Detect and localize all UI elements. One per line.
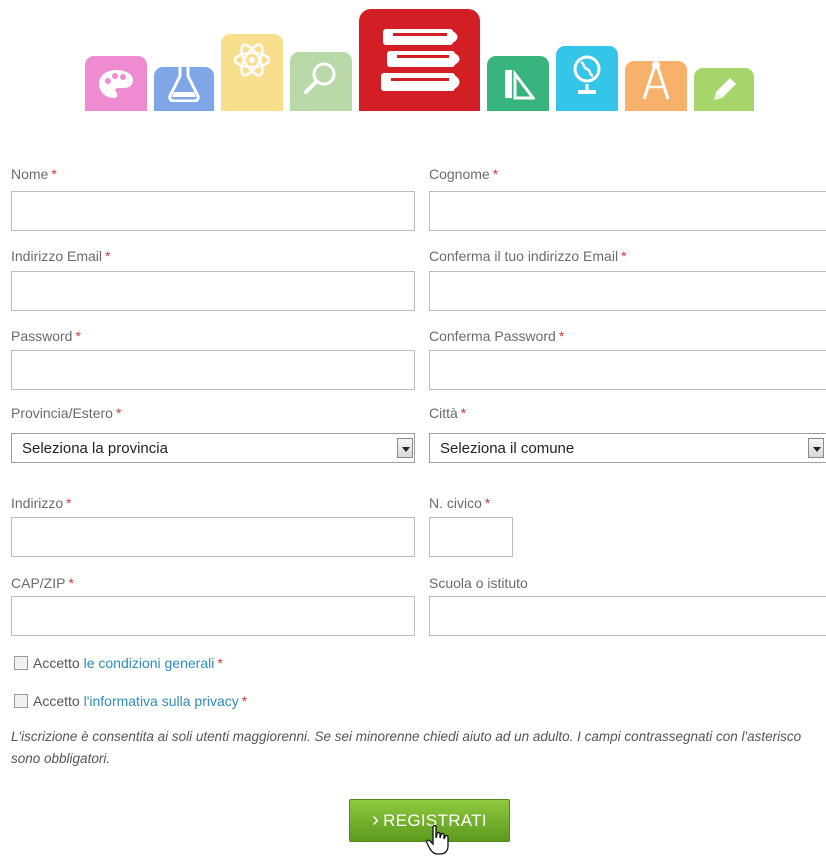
scuola-label: Scuola o istituto [429, 575, 528, 591]
atom-icon [233, 43, 271, 76]
pencil-tile [694, 68, 754, 111]
atom-tile [221, 34, 283, 111]
password-label: Password * [11, 328, 81, 344]
nome-input[interactable] [11, 191, 415, 231]
provincia-select[interactable]: Seleziona la provincia [11, 433, 415, 463]
magnifier-tile [290, 52, 352, 111]
citta-label: Città * [429, 405, 467, 421]
ruler-tile [487, 56, 549, 111]
nome-label: Nome * [11, 166, 57, 182]
flask-icon [168, 62, 200, 102]
ruler-triangle-icon [505, 69, 535, 99]
conferma-password-input[interactable] [429, 350, 826, 390]
citta-select-value: Seleziona il comune [440, 440, 575, 457]
indirizzo-input[interactable] [11, 517, 415, 557]
palette-tile [85, 56, 147, 111]
chevron-down-icon[interactable] [397, 438, 413, 458]
pencil-icon [714, 77, 736, 100]
books-tile [359, 9, 480, 111]
conferma-email-input[interactable] [429, 271, 826, 311]
hand-cursor-icon [426, 824, 449, 855]
condizioni-link[interactable]: le condizioni generali [84, 655, 215, 671]
civico-input[interactable] [429, 517, 513, 557]
password-input[interactable] [11, 350, 415, 390]
citta-select[interactable]: Seleziona il comune [429, 433, 826, 463]
cap-label: CAP/ZIP * [11, 575, 74, 591]
provincia-label: Provincia/Estero * [11, 405, 122, 421]
chevron-right-icon: › [372, 809, 380, 831]
books-icon [380, 29, 459, 91]
compass-icon [642, 61, 670, 100]
globe-icon [573, 55, 601, 94]
magnifier-icon [304, 62, 336, 94]
condizioni-checkbox[interactable] [14, 656, 28, 670]
privacy-checkbox[interactable] [14, 694, 28, 708]
condizioni-text: Accetto le condizioni generali * [33, 655, 223, 671]
civico-label: N. civico * [429, 495, 491, 511]
privacy-link[interactable]: l'informativa sulla privacy [84, 693, 239, 709]
conferma-email-label: Conferma il tuo indirizzo Email * [429, 248, 627, 264]
compass-tile [625, 61, 687, 111]
indirizzo-label: Indirizzo * [11, 495, 72, 511]
cognome-label: Cognome * [429, 166, 499, 182]
globe-tile [556, 46, 618, 111]
chevron-down-icon[interactable] [808, 438, 824, 458]
cognome-input[interactable] [429, 191, 826, 231]
flask-tile [154, 62, 214, 111]
conferma-password-label: Conferma Password * [429, 328, 565, 344]
email-label: Indirizzo Email * [11, 248, 111, 264]
privacy-text: Accetto l'informativa sulla privacy * [33, 693, 248, 709]
cap-input[interactable] [11, 596, 415, 636]
scuola-input[interactable] [429, 596, 826, 636]
email-input[interactable] [11, 271, 415, 311]
palette-icon [99, 69, 133, 98]
registration-notice: L'iscrizione è consentita ai soli utenti… [11, 729, 802, 766]
provincia-select-value: Seleziona la provincia [22, 440, 168, 457]
